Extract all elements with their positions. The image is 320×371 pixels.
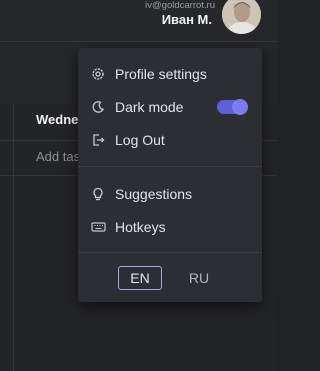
menu-item-label: Suggestions bbox=[115, 186, 193, 202]
top-bar: iv@goldcarrot.ru Иван М. bbox=[0, 0, 277, 42]
avatar[interactable] bbox=[222, 0, 261, 34]
menu-item-label: Dark mode bbox=[115, 99, 184, 115]
moon-icon bbox=[90, 99, 106, 115]
logout-icon bbox=[90, 132, 106, 148]
toggle-knob bbox=[232, 99, 248, 115]
dark-mode-toggle[interactable] bbox=[217, 99, 248, 115]
user-dropdown-menu: Profile settings Dark mode Log Out Sugge… bbox=[78, 48, 262, 302]
menu-item-label: Profile settings bbox=[115, 66, 207, 82]
add-task-input[interactable]: Add tas bbox=[36, 149, 80, 164]
lightbulb-icon bbox=[90, 186, 106, 202]
language-ru-button[interactable]: RU bbox=[177, 266, 221, 290]
menu-divider bbox=[78, 252, 262, 253]
column-divider bbox=[13, 104, 14, 371]
menu-item-label: Log Out bbox=[115, 132, 165, 148]
language-en-button[interactable]: EN bbox=[118, 266, 162, 290]
dark-mode-item[interactable]: Dark mode bbox=[78, 93, 262, 121]
menu-divider bbox=[78, 166, 262, 167]
keyboard-icon bbox=[90, 219, 106, 235]
user-name[interactable]: Иван М. bbox=[162, 12, 212, 28]
hotkeys-item[interactable]: Hotkeys bbox=[78, 213, 262, 241]
menu-item-label: Hotkeys bbox=[115, 219, 166, 235]
user-email: iv@goldcarrot.ru bbox=[145, 0, 215, 11]
user-avatar-icon bbox=[222, 0, 261, 34]
profile-settings-item[interactable]: Profile settings bbox=[78, 60, 262, 88]
suggestions-item[interactable]: Suggestions bbox=[78, 180, 262, 208]
log-out-item[interactable]: Log Out bbox=[78, 126, 262, 154]
gear-icon bbox=[90, 66, 106, 82]
